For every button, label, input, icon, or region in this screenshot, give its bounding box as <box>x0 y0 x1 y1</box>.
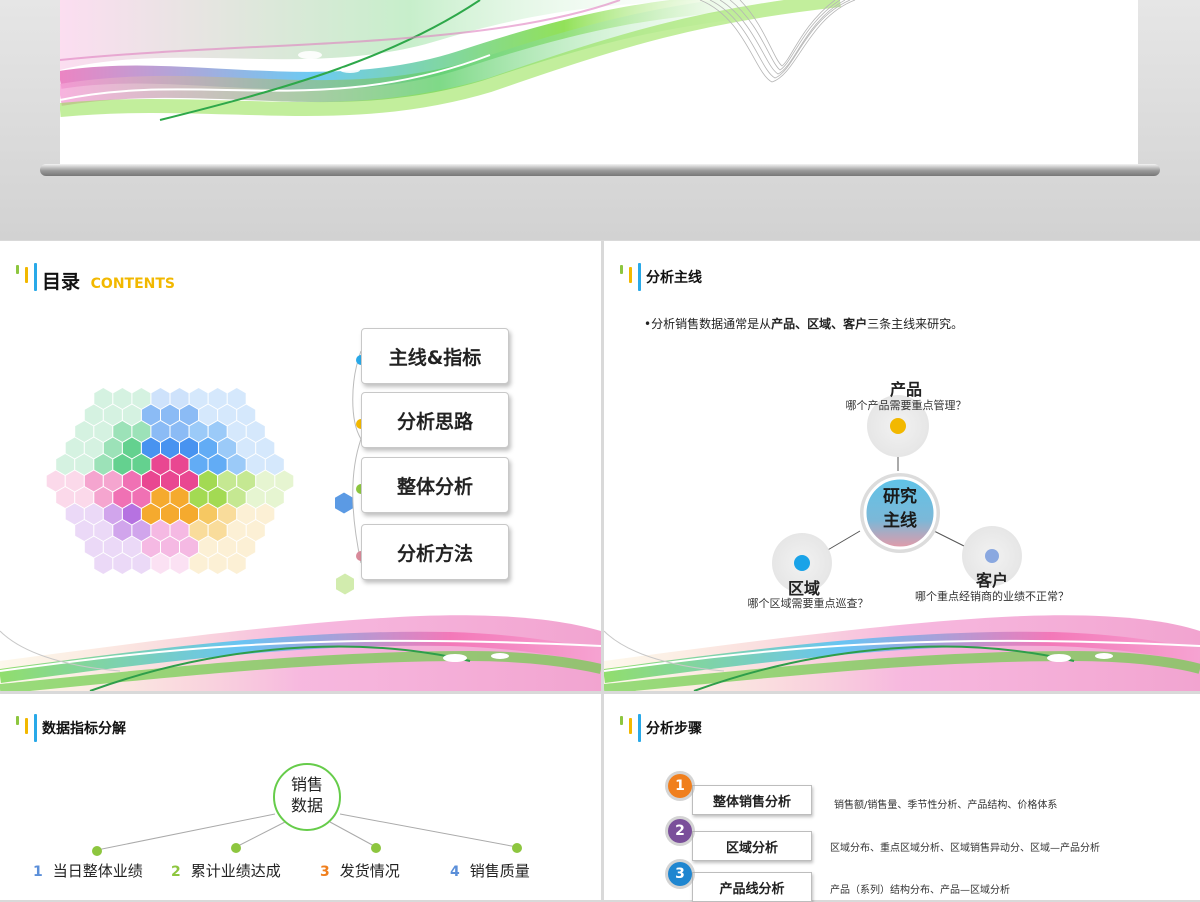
slide-analysis-mainline[interactable]: 分析主线 •分析销售数据通常是从产品、区域、客户三条主线来研究。 研究 主线 产品… <box>604 241 1200 691</box>
hexagon-shape <box>169 551 190 576</box>
indicator-item-1: 1 当日整体业绩 <box>33 862 143 880</box>
toc-item-mainline[interactable]: 主线&指标 <box>361 328 509 384</box>
step-1-badge: 1 <box>668 774 692 798</box>
hexagon-shape <box>207 551 228 576</box>
hexagon-shape <box>93 551 114 576</box>
step-2-badge: 2 <box>668 819 692 843</box>
hexagon-shape <box>112 551 133 576</box>
slide-title: 目录 CONTENTS <box>42 271 175 293</box>
title-bars-icon <box>620 714 642 742</box>
indicator-item-3: 3 发货情况 <box>320 862 400 880</box>
step-3-box[interactable]: 产品线分析 <box>692 872 812 902</box>
toc-item-overall[interactable]: 整体分析 <box>361 457 509 513</box>
mainline-center-label: 研究 主线 <box>883 487 917 531</box>
toc-item-methods[interactable]: 分析方法 <box>361 524 509 580</box>
step-3-desc: 产品（系列）结构分布、产品—区域分析 <box>830 885 1010 896</box>
step-2-box[interactable]: 区域分析 <box>692 831 812 861</box>
sales-data-node: 销售 数据 <box>290 775 324 815</box>
step-3-badge: 3 <box>668 862 692 886</box>
indicator-item-4: 4 销售质量 <box>450 862 530 880</box>
product-desc: 哪个产品需要重点管理？ <box>845 399 967 412</box>
indicator-item-2: 2 累计业绩达成 <box>171 862 281 880</box>
title-slide-preview[interactable] <box>60 0 1138 165</box>
presentation-rail <box>40 164 1160 176</box>
step-1-box[interactable]: 整体销售分析 <box>692 785 812 815</box>
wave-decoration <box>0 615 601 691</box>
step-2-desc: 区域分布、重点区域分析、区域销售异动分、区域—产品分析 <box>830 843 1100 854</box>
customer-dot <box>985 549 999 563</box>
hexagon-shape <box>131 551 152 576</box>
hexagon-shape <box>150 551 171 576</box>
wave-decoration <box>604 615 1200 691</box>
title-bars-icon <box>16 263 38 291</box>
region-dot <box>794 555 810 571</box>
toc-item-thinking[interactable]: 分析思路 <box>361 392 509 448</box>
hexagon-shape <box>188 551 209 576</box>
step-1-desc: 销售额/销售量、季节性分析、产品结构、价格体系 <box>834 800 1058 811</box>
slide-contents[interactable]: 目录 CONTENTS 主线&指标 分析思路 整体分析 分析方法 <box>0 241 601 691</box>
slide-title: 分析步骤 <box>646 721 702 737</box>
hexagon-shape <box>226 551 247 576</box>
wave-decoration <box>60 0 856 121</box>
hexagon-cluster <box>45 386 355 596</box>
product-dot <box>890 418 906 434</box>
slide-title-en: CONTENTS <box>90 276 175 292</box>
